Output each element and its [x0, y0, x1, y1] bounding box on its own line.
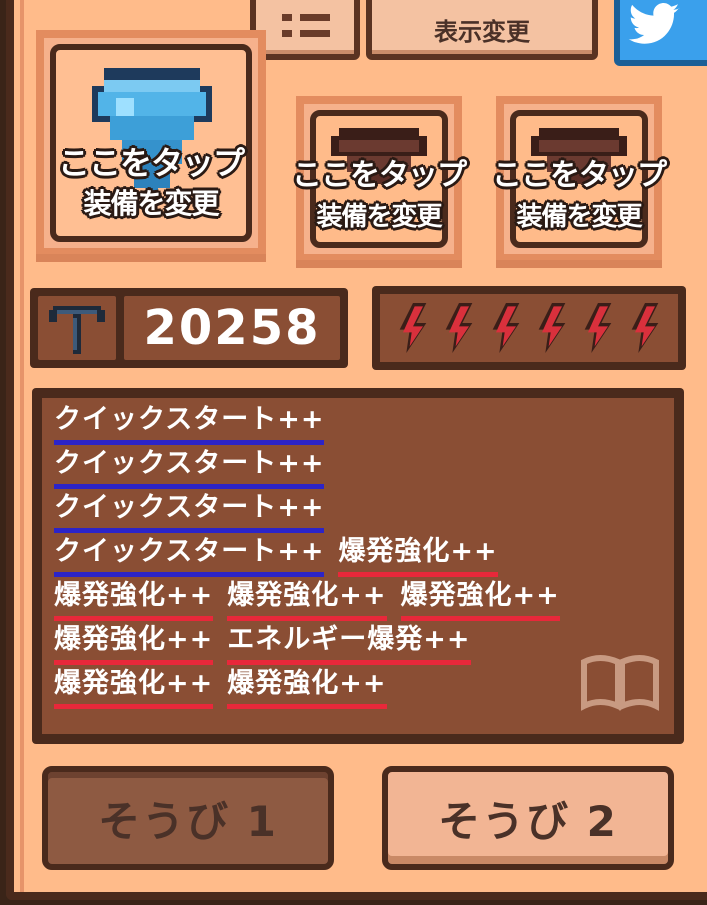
- slot-tap-subtext: 装備を変更: [516, 202, 642, 232]
- skill-row: クイックスタート++: [54, 404, 325, 445]
- skill-item: 爆発強化++: [54, 668, 214, 709]
- view-change-button[interactable]: 表示変更: [366, 0, 598, 60]
- loadout-1-label: そうび 1: [98, 796, 278, 846]
- loadout-1-button[interactable]: そうび 1: [42, 766, 334, 870]
- lightning-bolt-icon: [631, 303, 659, 353]
- skill-row: 爆発強化++ 爆発強化++: [54, 668, 387, 709]
- skill-item: 爆発強化++: [400, 580, 560, 621]
- score-cell: 20258: [124, 296, 340, 360]
- score-value: 20258: [143, 300, 321, 356]
- menu-button[interactable]: [250, 0, 360, 60]
- lightning-bolt-icon: [446, 303, 473, 353]
- skill-row: 爆発強化++ 爆発強化++ 爆発強化++: [54, 580, 560, 621]
- equipment-slot-1[interactable]: ここをタップ 装備を変更: [36, 30, 266, 262]
- lightning-bolt-icon: [538, 303, 566, 353]
- slot-tap-text: ここをタップ: [57, 144, 245, 182]
- list-icon-line: [300, 14, 330, 21]
- twitter-bird-icon: [628, 3, 680, 44]
- skill-item: 爆発強化++: [227, 668, 387, 709]
- equipment-slot-2[interactable]: ここをタップ 装備を変更: [292, 96, 467, 268]
- pickaxe-icon: [49, 306, 105, 354]
- book-icon[interactable]: [580, 654, 660, 712]
- list-icon: [282, 14, 292, 21]
- skill-item: エネルギー爆発++: [227, 624, 471, 665]
- slot-tap-subtext: 装備を変更: [83, 187, 219, 220]
- lightning-bolt-icon: [585, 303, 612, 353]
- lightning-bolt-icon: [399, 303, 427, 353]
- pickaxe-cell: [38, 296, 116, 360]
- score-display: 20258: [30, 288, 348, 368]
- loadout-2-label: そうび 2: [438, 796, 618, 846]
- equipment-slot-3[interactable]: ここをタップ 装備を変更: [492, 96, 667, 268]
- skill-item: 爆発強化++: [227, 580, 387, 621]
- twitter-share-button[interactable]: [614, 0, 707, 66]
- slot-tap-text: ここをタップ: [292, 158, 467, 193]
- slot-tap-text: ここをタップ: [492, 158, 667, 193]
- lightning-bolt-icon: [492, 303, 520, 353]
- slot-tap-subtext: 装備を変更: [316, 202, 442, 232]
- skill-item: クイックスタート++: [54, 536, 325, 577]
- loadout-2-button[interactable]: そうび 2: [382, 766, 674, 870]
- skill-row: クイックスタート++: [54, 492, 325, 533]
- energy-display: [372, 286, 686, 370]
- skill-item: クイックスタート++: [54, 492, 325, 533]
- skill-row: クイックスタート++ 爆発強化++: [54, 536, 498, 577]
- skill-item: クイックスタート++: [54, 448, 325, 489]
- view-change-label: 表示変更: [434, 17, 530, 46]
- skills-panel: クイックスタート++ クイックスタート++ クイックスタート++ クイックスタート++…: [32, 388, 684, 744]
- list-icon-line: [300, 30, 330, 37]
- skill-row: クイックスタート++: [54, 448, 325, 489]
- list-icon-dot: [282, 30, 292, 37]
- skill-item: 爆発強化++: [54, 580, 214, 621]
- skills-list: クイックスタート++ クイックスタート++ クイックスタート++ クイックスタート++…: [42, 398, 674, 734]
- skill-item: クイックスタート++: [54, 404, 325, 445]
- energy-bolts: [380, 294, 678, 362]
- skill-item: 爆発強化++: [54, 624, 214, 665]
- skill-item: 爆発強化++: [338, 536, 498, 577]
- skill-row: 爆発強化++ エネルギー爆発++: [54, 624, 471, 665]
